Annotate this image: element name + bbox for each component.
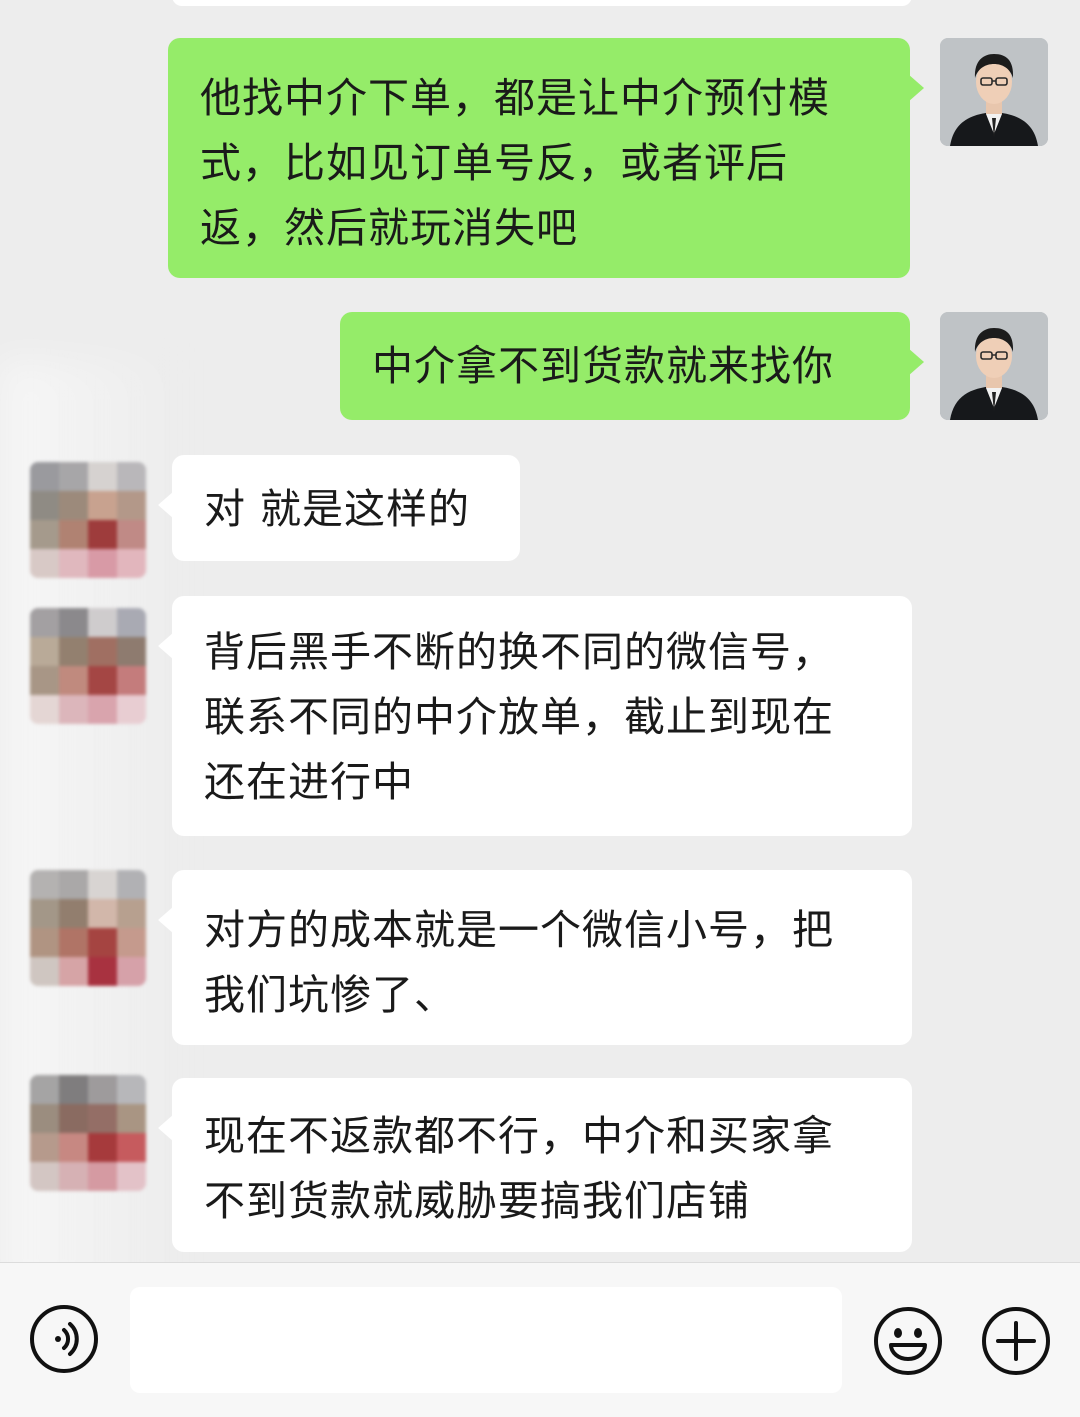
contact-avatar[interactable] [30, 1075, 146, 1191]
more-button[interactable] [980, 1305, 1052, 1377]
voice-icon [55, 1322, 79, 1356]
emoji-icon [874, 1307, 942, 1375]
plus-icon [982, 1307, 1050, 1375]
message-input[interactable] [130, 1287, 842, 1393]
contact-message-bubble[interactable]: 背后黑手不断的换不同的微信号， 联系不同的中介放单，截止到现在 还在进行中 [158, 596, 912, 836]
contact-message-bubble[interactable]: 对方的成本就是一个微信小号，把 我们坑惨了、 [158, 870, 912, 1045]
voice-button[interactable] [30, 1305, 98, 1373]
my-message-bubble[interactable]: 他找中介下单，都是让中介预付模 式，比如见订单号反，或者评后 返，然后就玩消失吧 [168, 38, 924, 278]
contact-avatar[interactable] [30, 608, 146, 724]
my-avatar[interactable] [940, 38, 1048, 146]
contact-message-bubble[interactable]: 现在不返款都不行，中介和买家拿 不到货款就威胁要搞我们店铺 [158, 1078, 912, 1252]
my-message-bubble[interactable]: 中介拿不到货款就来找你 [340, 312, 924, 420]
contact-avatar[interactable] [30, 462, 146, 578]
previous-message-bubble [172, 0, 912, 6]
emoji-button[interactable] [872, 1305, 944, 1377]
contact-avatar[interactable] [30, 870, 146, 986]
contact-message-bubble[interactable]: 对 就是这样的 [158, 455, 520, 561]
my-avatar[interactable] [940, 312, 1048, 420]
chat-area[interactable]: 他找中介下单，都是让中介预付模 式，比如见订单号反，或者评后 返，然后就玩消失吧… [0, 0, 1080, 1262]
